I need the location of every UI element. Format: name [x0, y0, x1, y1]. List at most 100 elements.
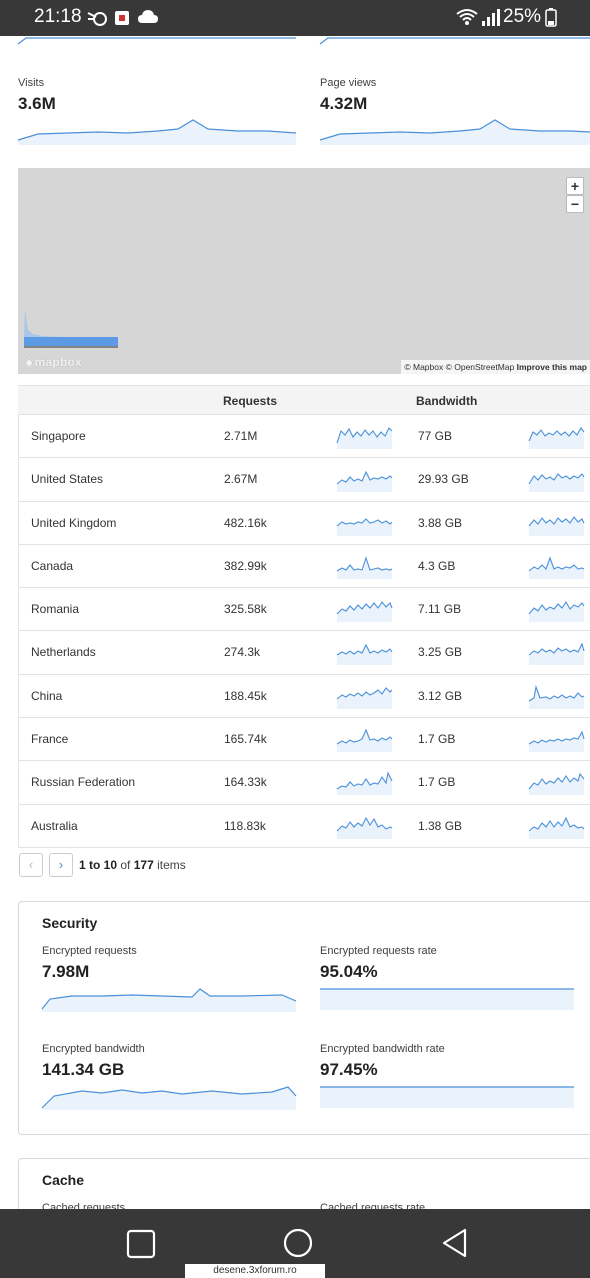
requests-sparkline [336, 686, 393, 709]
encrypted-requests-value: 7.98M [42, 962, 90, 981]
table-row[interactable]: United Kingdom 482.16k 3.88 GB [18, 501, 590, 545]
bandwidth-value: 3.25 GB [418, 645, 463, 660]
table-row[interactable]: France 165.74k 1.7 GB [18, 718, 590, 762]
table-row[interactable]: Russian Federation 164.33k 1.7 GB [18, 761, 590, 805]
bandwidth-sparkline [528, 556, 585, 579]
improve-map-link[interactable]: Improve this map [517, 362, 587, 372]
country-name: United Kingdom [31, 515, 117, 530]
encrypted-bandwidth-rate-value: 97.45% [320, 1060, 378, 1079]
wifi-icon [456, 9, 478, 25]
recent-apps-icon[interactable] [125, 1228, 157, 1260]
status-bar: 21:18 25% [0, 0, 590, 36]
map-attribution: © Mapbox © OpenStreetMap Improve this ma… [401, 360, 590, 374]
visits-value: 3.6M [18, 94, 56, 113]
bandwidth-value: 7.11 GB [418, 602, 462, 617]
encrypted-bandwidth-value: 141.34 GB [42, 1060, 125, 1079]
partial-sparkline-right [319, 37, 590, 45]
security-title: Security [42, 915, 98, 931]
encrypted-requests-rate-label: Encrypted requests rate [320, 945, 437, 957]
encrypted-bandwidth-label: Encrypted bandwidth [42, 1043, 145, 1055]
requests-sparkline [336, 427, 393, 449]
bandwidth-sparkline [528, 773, 585, 796]
bandwidth-value: 29.93 GB [418, 472, 469, 487]
bandwidth-sparkline [528, 473, 585, 493]
bandwidth-value: 4.3 GB [418, 558, 456, 573]
watermark: desene.3xforum.ro [185, 1264, 325, 1278]
requests-value: 482.16k [224, 515, 267, 530]
country-name: France [31, 732, 69, 747]
zoom-in-button[interactable]: + [566, 177, 584, 195]
country-name: Singapore [31, 429, 86, 443]
country-name: China [31, 688, 63, 703]
home-icon[interactable] [282, 1227, 314, 1259]
table-row[interactable]: Australia 118.83k 1.38 GB [18, 804, 590, 848]
requests-sparkline [336, 556, 393, 579]
bandwidth-value: 1.7 GB [418, 732, 456, 747]
partial-sparkline-left [17, 37, 296, 45]
requests-value: 382.99k [224, 558, 267, 573]
country-table: Requests Bandwidth Singapore 2.71M 77 GB Un… [18, 385, 590, 848]
country-name: Russian Federation [31, 775, 136, 790]
country-name: United States [31, 472, 104, 487]
page-views-sparkline [319, 119, 590, 145]
requests-value: 165.74k [224, 732, 267, 747]
bandwidth-sparkline [528, 427, 585, 449]
requests-value: 118.83k [224, 818, 266, 833]
page-views-value: 4.32M [320, 94, 368, 113]
clock: 21:18 [34, 6, 82, 27]
table-row[interactable]: Canada 382.99k 4.3 GB [18, 544, 590, 589]
battery-percent: 25% [503, 6, 542, 27]
encrypted-requests-label: Encrypted requests [42, 945, 137, 957]
visits-sparkline [17, 119, 297, 145]
bandwidth-value: 1.7 GB [418, 775, 456, 790]
country-name: Canada [31, 558, 74, 573]
requests-value: 164.33k [224, 775, 267, 790]
attribution-text[interactable]: © Mapbox © OpenStreetMap [404, 362, 514, 372]
table-row[interactable]: Romania 325.58k 7.11 GB [18, 588, 590, 632]
requests-sparkline [336, 816, 393, 839]
visits-label: Visits [18, 77, 45, 89]
bandwidth-sparkline [528, 601, 585, 623]
encrypted-requests-sparkline [41, 988, 297, 1012]
table-row[interactable]: China 188.45k 3.12 GB [18, 674, 590, 719]
battery-icon [545, 8, 557, 27]
table-row[interactable]: Netherlands 274.3k 3.25 GB [18, 631, 590, 675]
requests-sparkline [336, 728, 393, 753]
bandwidth-value: 1.38 GB [418, 818, 463, 833]
requests-value: 274.3k [224, 645, 261, 660]
map-legend [24, 310, 118, 348]
mapbox-logo-icon: ◉ [24, 355, 35, 369]
bandwidth-value: 3.88 GB [418, 515, 463, 530]
prev-page-button[interactable]: ‹ [19, 853, 43, 877]
app-notification-icon [115, 11, 129, 25]
bandwidth-header[interactable]: Bandwidth [416, 394, 477, 408]
bandwidth-sparkline [528, 642, 585, 666]
mapbox-logo: ◉mapbox [24, 355, 82, 369]
bandwidth-sparkline [528, 730, 585, 753]
requests-header[interactable]: Requests [223, 394, 277, 408]
zoom-out-button[interactable]: − [566, 195, 584, 213]
bandwidth-sparkline [528, 684, 585, 709]
back-icon[interactable] [440, 1227, 470, 1259]
table-row[interactable]: United States 2.67M 29.93 GB [18, 458, 590, 502]
requests-value: 2.67M [224, 472, 258, 487]
requests-sparkline [336, 517, 393, 536]
world-map[interactable]: + − ◉mapbox © Mapbox © OpenStreetMap Imp… [18, 168, 590, 374]
country-name: Netherlands [31, 645, 96, 660]
bandwidth-value: 3.12 GB [418, 688, 463, 703]
requests-value: 188.45k [224, 688, 267, 703]
notification-icon [87, 12, 107, 26]
cache-title: Cache [42, 1172, 85, 1188]
country-name: Romania [31, 602, 80, 617]
bandwidth-sparkline [528, 515, 585, 536]
encrypted-bandwidth-sparkline [41, 1086, 297, 1110]
signal-icon [482, 9, 500, 26]
pagination-text: 1 to 10 of 177 items [79, 858, 186, 872]
table-row[interactable]: Singapore 2.71M 77 GB [18, 415, 590, 459]
cloud-icon [138, 10, 158, 23]
next-page-button[interactable]: › [49, 853, 73, 877]
encrypted-requests-rate-value: 95.04% [320, 962, 378, 981]
requests-value: 325.58k [224, 602, 267, 617]
country-name: Australia [31, 818, 78, 833]
bandwidth-value: 77 GB [418, 429, 453, 443]
